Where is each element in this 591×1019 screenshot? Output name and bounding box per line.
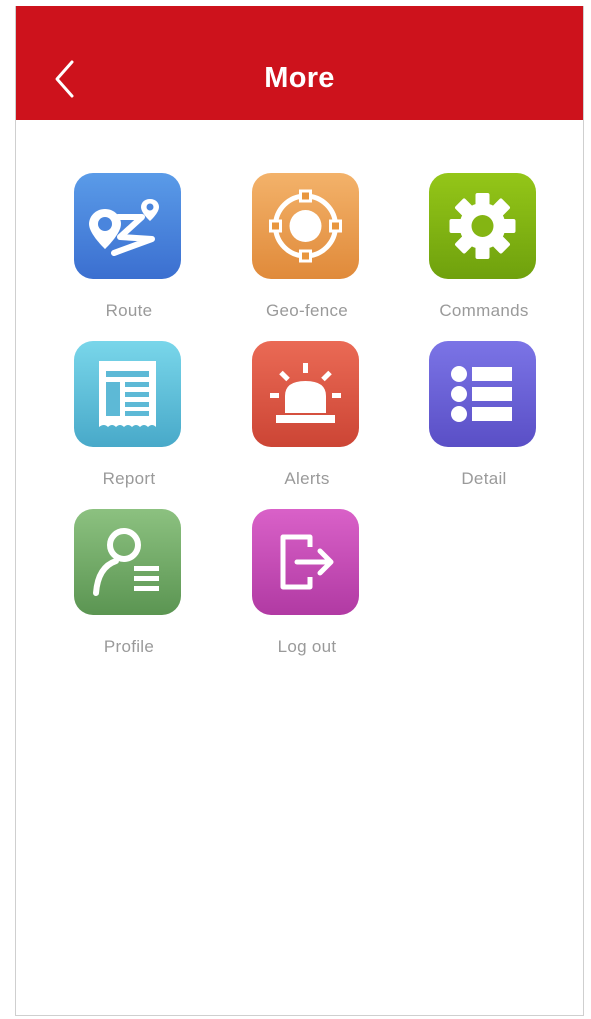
target-icon: [252, 173, 359, 279]
menu-item-profile[interactable]: Profile: [54, 509, 204, 659]
menu-item-label: Log out: [277, 637, 337, 656]
gear-icon: [429, 173, 536, 279]
menu-item-route[interactable]: Route: [54, 173, 204, 323]
detail-icon-tile: [429, 341, 536, 447]
menu-item-report[interactable]: Report: [54, 341, 204, 491]
menu-item-label: Geo-fence: [265, 301, 349, 320]
menu-item-label: Report: [102, 469, 156, 488]
receipt-icon: [74, 341, 181, 447]
siren-icon: [252, 341, 359, 447]
menu-item-detail[interactable]: Detail: [409, 341, 559, 491]
app-bar: More: [16, 6, 583, 120]
screen: More Route Geo-fence Commands Report Ale…: [15, 6, 584, 1016]
menu-item-label: Detail: [461, 469, 507, 488]
commands-icon-tile: [429, 173, 536, 279]
page-title: More: [264, 62, 335, 94]
report-icon-tile: [74, 341, 181, 447]
menu-item-label: Profile: [103, 637, 155, 656]
menu-item-label: Route: [105, 301, 153, 320]
geofence-icon-tile: [252, 173, 359, 279]
logout-icon-tile: [252, 509, 359, 615]
alerts-icon-tile: [252, 341, 359, 447]
menu-item-logout[interactable]: Log out: [232, 509, 382, 659]
menu-item-alerts[interactable]: Alerts: [232, 341, 382, 491]
exit-icon: [252, 509, 359, 615]
menu-item-geofence[interactable]: Geo-fence: [232, 173, 382, 323]
menu-item-commands[interactable]: Commands: [409, 173, 559, 323]
route-icon-tile: [74, 173, 181, 279]
menu-item-label: Commands: [439, 301, 529, 320]
route-map-pin-icon: [74, 173, 181, 279]
person-list-icon: [74, 509, 181, 615]
list-icon: [429, 341, 536, 447]
profile-icon-tile: [74, 509, 181, 615]
menu-item-label: Alerts: [284, 469, 330, 488]
